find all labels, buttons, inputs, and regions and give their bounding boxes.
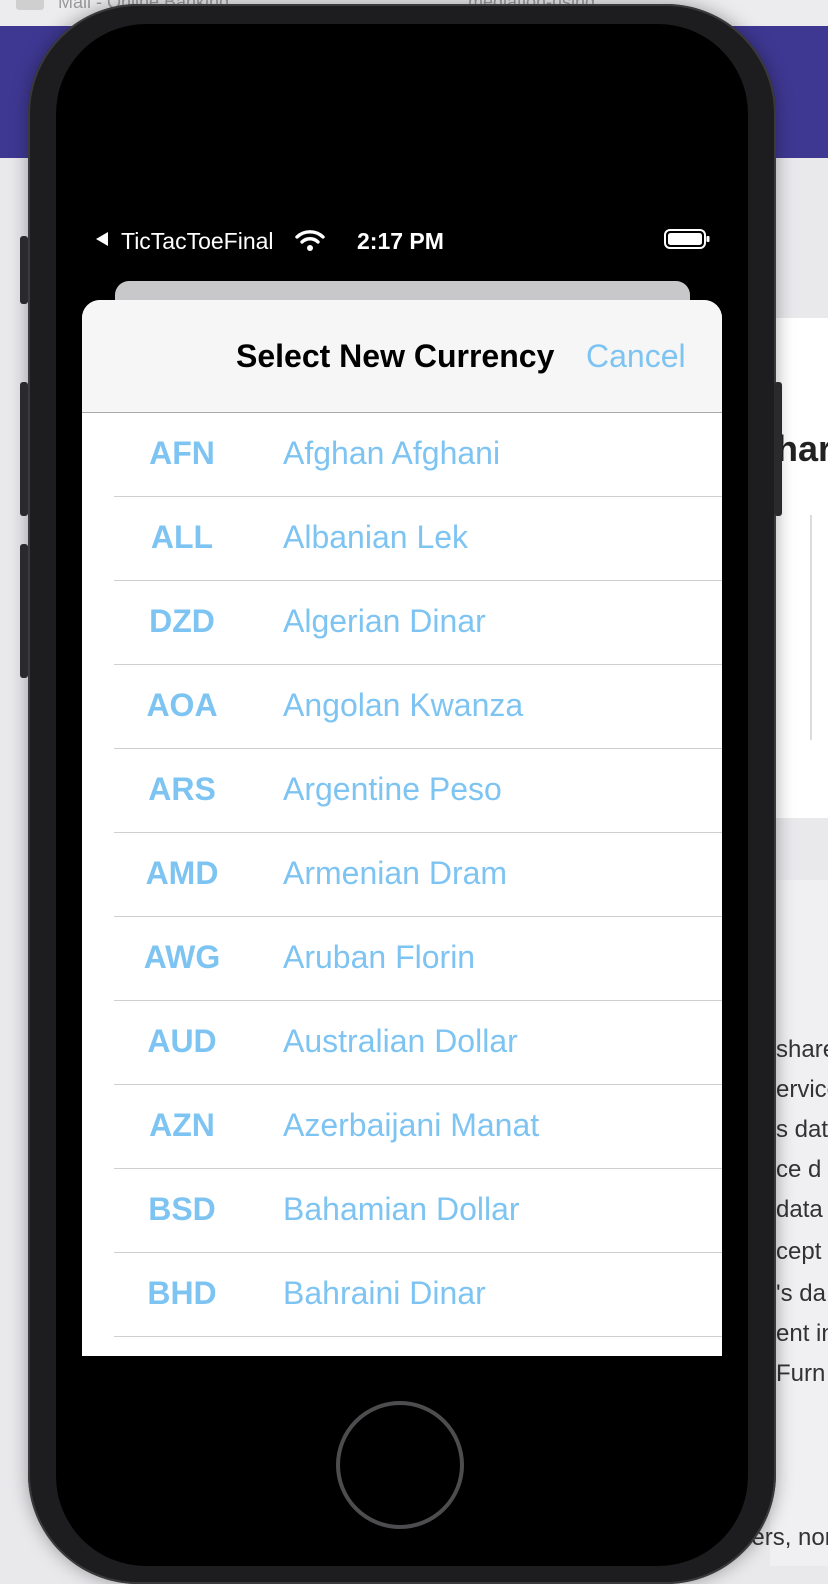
host-text-line: share: [776, 1036, 828, 1063]
currency-name: Bahraini Dinar: [283, 1275, 486, 1311]
currency-name: Argentine Peso: [283, 771, 502, 807]
currency-code: AUD: [147, 1023, 217, 1059]
host-divider: [810, 515, 812, 740]
currency-row-all[interactable]: ALL Albanian Lek: [82, 497, 722, 581]
currency-row-afn[interactable]: AFN Afghan Afghani: [82, 413, 722, 497]
currency-row-dzd[interactable]: DZD Algerian Dinar: [82, 581, 722, 665]
currency-code: AFN: [149, 435, 215, 471]
host-text-line: ent in: [776, 1320, 828, 1347]
currency-code: AOA: [146, 687, 218, 723]
currency-row-azn[interactable]: AZN Azerbaijani Manat: [82, 1085, 722, 1169]
currency-name: Australian Dollar: [283, 1023, 518, 1059]
currency-name: Afghan Afghani: [283, 435, 501, 471]
currency-code: BSD: [148, 1191, 216, 1227]
currency-code: AWG: [143, 939, 221, 975]
host-text-line: Furn: [776, 1360, 826, 1387]
row-divider: [114, 1336, 722, 1337]
host-text-line: cept: [776, 1238, 822, 1265]
currency-name: Azerbaijani Manat: [283, 1107, 540, 1143]
back-arrow-icon[interactable]: [96, 232, 108, 246]
currency-code: DZD: [149, 603, 215, 639]
mail-app-icon: [16, 0, 44, 10]
status-bar: TicTacToeFinal 2:17 PM: [96, 226, 716, 256]
host-heading-fragment: har: [776, 428, 828, 469]
currency-name: Armenian Dram: [283, 855, 508, 891]
mute-switch: [20, 236, 28, 304]
sheet-title: Select New Currency: [236, 338, 555, 374]
host-text-line: data: [776, 1196, 823, 1223]
currency-list[interactable]: AFN Afghan Afghani ALL Albanian Lek DZD …: [82, 413, 722, 1337]
volume-down-button: [20, 544, 28, 678]
wifi-icon: [295, 230, 325, 251]
currency-row-ars[interactable]: ARS Argentine Peso: [82, 749, 722, 833]
home-button[interactable]: [336, 1401, 464, 1529]
sheet-header: Select New Currency Cancel: [82, 300, 722, 413]
currency-picker-sheet: Select New Currency Cancel AFN Afghan Af…: [82, 300, 722, 1356]
currency-row-bhd[interactable]: BHD Bahraini Dinar: [82, 1253, 722, 1337]
currency-row-aud[interactable]: AUD Australian Dollar: [82, 1001, 722, 1085]
cancel-button[interactable]: Cancel: [586, 338, 686, 375]
battery-icon: [664, 229, 710, 249]
host-text-line: s data: [776, 1116, 828, 1143]
host-text-line: ce d: [776, 1156, 822, 1183]
currency-name: Albanian Lek: [283, 519, 469, 555]
currency-code: BHD: [147, 1275, 217, 1311]
host-text-line: ervice: [776, 1076, 828, 1103]
currency-row-amd[interactable]: AMD Armenian Dram: [82, 833, 722, 917]
volume-up-button: [20, 382, 28, 516]
back-to-app-label[interactable]: TicTacToeFinal: [121, 228, 274, 255]
currency-code: ARS: [148, 771, 216, 807]
currency-name: Aruban Florin: [283, 939, 476, 975]
currency-name: Angolan Kwanza: [283, 687, 524, 723]
power-button: [774, 382, 782, 516]
currency-name: Algerian Dinar: [283, 603, 486, 639]
currency-row-bsd[interactable]: BSD Bahamian Dollar: [82, 1169, 722, 1253]
currency-name: Bahamian Dollar: [283, 1191, 520, 1227]
currency-code: AZN: [149, 1107, 215, 1143]
status-time: 2:17 PM: [357, 228, 444, 254]
currency-row-aoa[interactable]: AOA Angolan Kwanza: [82, 665, 722, 749]
currency-code: AMD: [145, 855, 219, 891]
host-text-line: 's da: [776, 1280, 826, 1307]
currency-code: ALL: [150, 519, 214, 555]
currency-row-awg[interactable]: AWG Aruban Florin: [82, 917, 722, 1001]
